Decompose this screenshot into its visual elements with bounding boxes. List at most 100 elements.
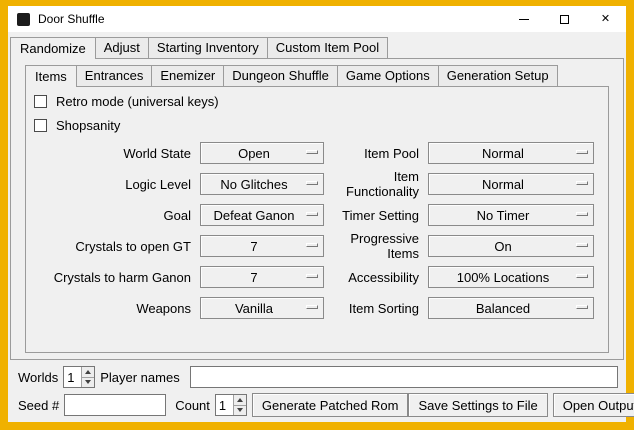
tab-enemizer[interactable]: Enemizer <box>151 65 224 86</box>
goal-dropdown[interactable]: Defeat Ganon <box>200 204 324 226</box>
spin-up-button[interactable] <box>234 395 246 405</box>
spin-up-icon <box>237 398 243 402</box>
open-output-directory-button[interactable]: Open Output Directory <box>553 393 634 417</box>
dropdown-indicator-icon <box>306 305 318 309</box>
crystals-open-gt-dropdown[interactable]: 7 <box>200 235 324 257</box>
spin-up-icon <box>85 370 91 374</box>
dropdown-indicator-icon <box>576 305 588 309</box>
seed-label: Seed # <box>18 398 59 413</box>
tab-custom-item-pool[interactable]: Custom Item Pool <box>267 37 388 58</box>
accessibility-dropdown[interactable]: 100% Locations <box>428 266 594 288</box>
dropdown-indicator-icon <box>576 274 588 278</box>
settings-row: Weapons Vanilla Item Sorting Balanced <box>32 297 594 319</box>
count-label: Count <box>175 398 210 413</box>
shopsanity-label: Shopsanity <box>56 117 120 134</box>
progressive-items-label: Progressive Items <box>324 231 428 261</box>
dropdown-indicator-icon <box>576 243 588 247</box>
seed-input[interactable] <box>64 394 166 416</box>
dropdown-indicator-icon <box>576 181 588 185</box>
close-icon: ✕ <box>601 14 610 25</box>
main-tab-bar: Randomize Adjust Starting Inventory Cust… <box>10 36 624 58</box>
dropdown-indicator-icon <box>576 212 588 216</box>
shopsanity-checkbox-row[interactable]: Shopsanity <box>34 117 120 134</box>
generate-patched-rom-button[interactable]: Generate Patched Rom <box>252 393 409 417</box>
item-pool-label: Item Pool <box>324 146 428 161</box>
spin-down-icon <box>237 408 243 412</box>
retro-mode-checkbox[interactable] <box>34 95 47 108</box>
settings-row: Goal Defeat Ganon Timer Setting No Timer <box>32 204 594 226</box>
timer-setting-dropdown[interactable]: No Timer <box>428 204 594 226</box>
player-names-input[interactable] <box>190 366 618 388</box>
save-settings-button[interactable]: Save Settings to File <box>408 393 547 417</box>
minimize-icon <box>519 19 529 20</box>
spinner-buttons <box>81 367 94 387</box>
tab-items[interactable]: Items <box>25 65 77 87</box>
item-sorting-label: Item Sorting <box>324 301 428 316</box>
sub-notebook: Items Entrances Enemizer Dungeon Shuffle… <box>25 64 609 353</box>
worlds-input[interactable] <box>64 367 81 387</box>
tab-randomize[interactable]: Randomize <box>10 37 96 59</box>
tab-adjust[interactable]: Adjust <box>95 37 149 58</box>
randomize-pane: Items Entrances Enemizer Dungeon Shuffle… <box>10 58 624 360</box>
seed-row: Seed # Count Generate Patched Rom Save S… <box>18 393 618 417</box>
goal-label: Goal <box>32 208 200 223</box>
close-button[interactable]: ✕ <box>585 6 626 32</box>
items-pane: Retro mode (universal keys) Shopsanity W… <box>25 86 609 353</box>
crystals-harm-ganon-dropdown[interactable]: 7 <box>200 266 324 288</box>
dropdown-indicator-icon <box>306 150 318 154</box>
spin-down-button[interactable] <box>82 377 94 388</box>
weapons-dropdown[interactable]: Vanilla <box>200 297 324 319</box>
maximize-icon <box>560 15 569 24</box>
accessibility-label: Accessibility <box>324 270 428 285</box>
item-functionality-dropdown[interactable]: Normal <box>428 173 594 195</box>
app-icon <box>17 13 30 26</box>
count-spinbox[interactable] <box>215 394 247 416</box>
world-state-dropdown[interactable]: Open <box>200 142 324 164</box>
world-state-label: World State <box>32 146 200 161</box>
dropdown-indicator-icon <box>306 243 318 247</box>
crystals-harm-ganon-label: Crystals to harm Ganon <box>32 270 200 285</box>
tab-entrances[interactable]: Entrances <box>76 65 153 86</box>
crystals-open-gt-label: Crystals to open GT <box>32 239 200 254</box>
settings-row: Crystals to open GT 7 Progressive Items … <box>32 235 594 257</box>
spinner-buttons <box>233 395 246 415</box>
settings-row: World State Open Item Pool Normal <box>32 142 594 164</box>
settings-row: Crystals to harm Ganon 7 Accessibility 1… <box>32 266 594 288</box>
spin-down-button[interactable] <box>234 405 246 416</box>
weapons-label: Weapons <box>32 301 200 316</box>
app-window: Door Shuffle ✕ Randomize Adjust Starting… <box>8 6 626 422</box>
item-pool-dropdown[interactable]: Normal <box>428 142 594 164</box>
bottom-controls: Worlds Player names Seed # Count <box>10 360 624 422</box>
logic-level-label: Logic Level <box>32 177 200 192</box>
tab-generation-setup[interactable]: Generation Setup <box>438 65 558 86</box>
titlebar[interactable]: Door Shuffle ✕ <box>8 6 626 32</box>
worlds-row: Worlds Player names <box>18 366 618 388</box>
settings-grid: World State Open Item Pool Normal <box>32 142 594 319</box>
player-names-label: Player names <box>100 370 179 385</box>
item-sorting-dropdown[interactable]: Balanced <box>428 297 594 319</box>
retro-mode-checkbox-row[interactable]: Retro mode (universal keys) <box>34 93 219 110</box>
settings-row: Logic Level No Glitches Item Functionali… <box>32 173 594 195</box>
tab-starting-inventory[interactable]: Starting Inventory <box>148 37 268 58</box>
count-input[interactable] <box>216 395 233 415</box>
maximize-button[interactable] <box>544 6 585 32</box>
dropdown-indicator-icon <box>576 150 588 154</box>
minimize-button[interactable] <box>503 6 544 32</box>
timer-setting-label: Timer Setting <box>324 208 428 223</box>
dropdown-indicator-icon <box>306 212 318 216</box>
caption-buttons: ✕ <box>503 6 626 32</box>
window-title: Door Shuffle <box>38 12 105 26</box>
shopsanity-checkbox[interactable] <box>34 119 47 132</box>
retro-mode-label: Retro mode (universal keys) <box>56 93 219 110</box>
dropdown-indicator-icon <box>306 181 318 185</box>
dropdown-indicator-icon <box>306 274 318 278</box>
worlds-spinbox[interactable] <box>63 366 95 388</box>
logic-level-dropdown[interactable]: No Glitches <box>200 173 324 195</box>
item-functionality-label: Item Functionality <box>324 169 428 199</box>
client-area: Randomize Adjust Starting Inventory Cust… <box>8 32 626 422</box>
progressive-items-dropdown[interactable]: On <box>428 235 594 257</box>
spin-up-button[interactable] <box>82 367 94 377</box>
tab-game-options[interactable]: Game Options <box>337 65 439 86</box>
tab-dungeon-shuffle[interactable]: Dungeon Shuffle <box>223 65 338 86</box>
worlds-label: Worlds <box>18 370 58 385</box>
